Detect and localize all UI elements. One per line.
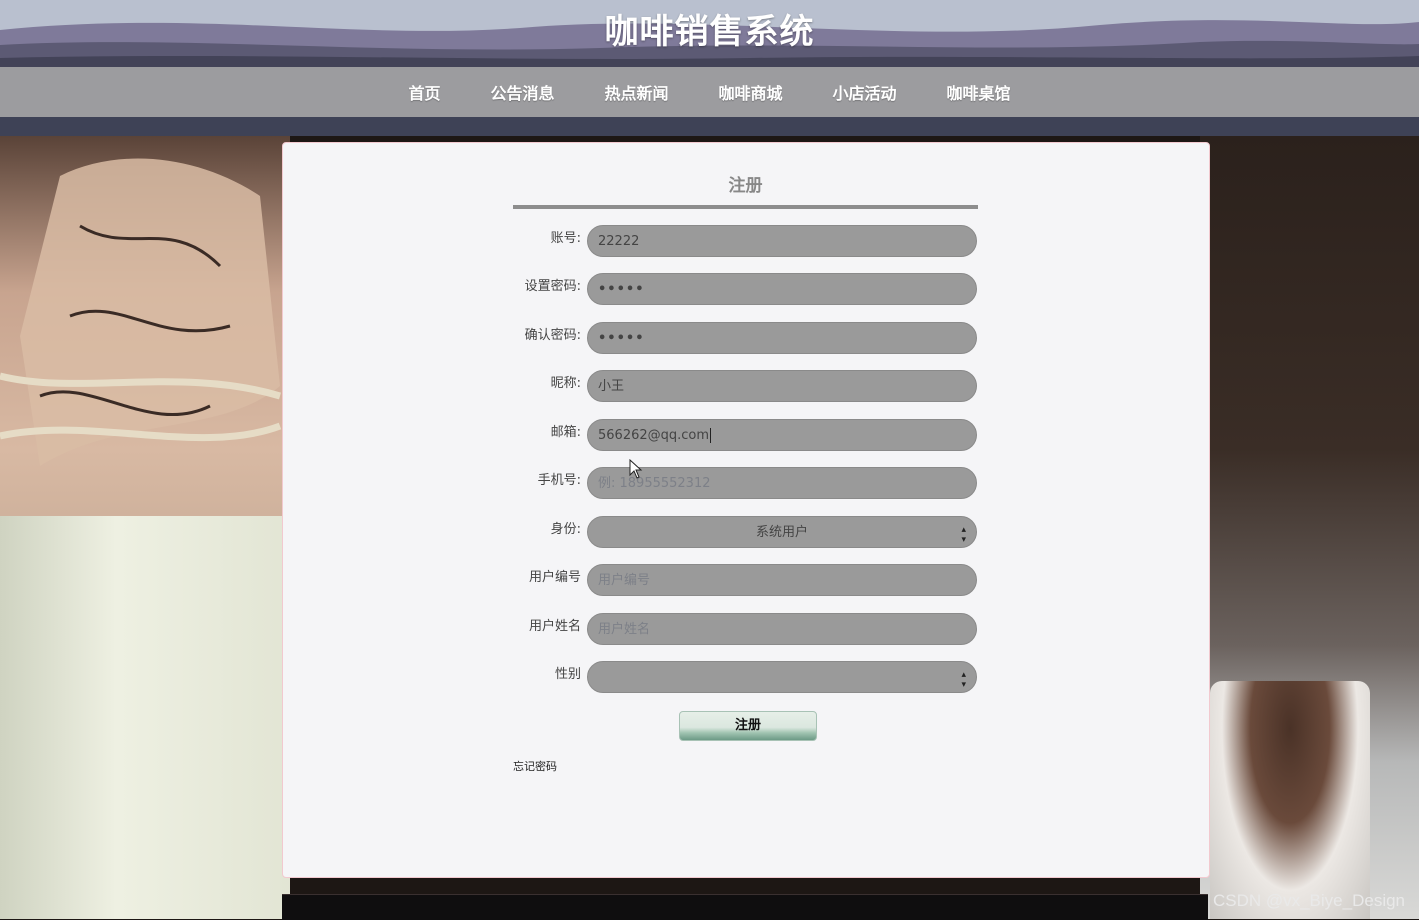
user-number-input[interactable]: 用户编号 xyxy=(587,564,977,596)
nickname-input[interactable]: 小王 xyxy=(587,370,977,402)
confirm-password-input[interactable]: ••••• xyxy=(587,322,977,354)
role-select[interactable]: 系统用户 ▴ ▾ xyxy=(587,516,977,548)
forgot-password-link[interactable]: 忘记密码 xyxy=(513,758,557,774)
footer-bar xyxy=(282,894,1208,920)
watermark-text: CSDN @vx_Biye_Design xyxy=(1212,891,1405,910)
form-row-confirm-password: 确认密码: ••••• xyxy=(483,322,979,358)
main-nav: 首页 公告消息 热点新闻 咖啡商城 小店活动 咖啡桌馆 xyxy=(0,67,1419,117)
form-row-password: 设置密码: ••••• xyxy=(483,273,979,309)
nav-item-store-events[interactable]: 小店活动 xyxy=(808,80,922,104)
nav-item-announcements[interactable]: 公告消息 xyxy=(465,80,579,104)
form-row-role: 身份: 系统用户 ▴ ▾ xyxy=(483,516,979,552)
form-row-phone: 手机号: 例: 18955552312 xyxy=(483,467,979,503)
gender-select[interactable]: ▴ ▾ xyxy=(587,661,977,693)
background-cup-image xyxy=(1200,136,1419,919)
form-row-email: 邮箱: 566262@qq.com xyxy=(483,419,979,455)
mouse-cursor-icon xyxy=(629,459,643,479)
password-label: 设置密码: xyxy=(524,279,581,294)
role-selected-value: 系统用户 xyxy=(755,525,808,540)
site-title: 咖啡销售系统 xyxy=(604,12,815,52)
phone-label: 手机号: xyxy=(537,473,581,488)
nav-item-hot-news[interactable]: 热点新闻 xyxy=(579,80,693,104)
register-submit-button[interactable]: 注册 xyxy=(679,711,817,741)
site-header: 咖啡销售系统 xyxy=(0,0,1419,67)
user-name-input[interactable]: 用户姓名 xyxy=(587,613,977,645)
background-jar-body xyxy=(0,516,290,919)
email-label: 邮箱: xyxy=(550,425,581,440)
nav-item-coffee-shop[interactable]: 咖啡商城 xyxy=(694,80,808,104)
role-label: 身份: xyxy=(550,522,581,537)
nav-item-home[interactable]: 首页 xyxy=(383,80,465,104)
form-title: 注册 xyxy=(728,176,763,196)
gender-label: 性别 xyxy=(554,667,581,682)
account-input[interactable]: 22222 xyxy=(587,225,977,257)
form-row-user-number: 用户编号 用户编号 xyxy=(483,564,979,600)
nickname-label: 昵称: xyxy=(550,376,581,391)
email-value: 566262@qq.com xyxy=(598,428,710,443)
nav-underline-bar xyxy=(0,117,1419,136)
password-input[interactable]: ••••• xyxy=(587,273,977,305)
select-arrows-icon: ▴ ▾ xyxy=(961,670,966,690)
form-row-account: 账号: 22222 xyxy=(483,225,979,261)
form-title-divider xyxy=(513,205,978,209)
text-caret xyxy=(710,428,712,443)
register-panel: 注册 账号: 22222 设置密码: ••••• 确认密码: ••••• 昵称:… xyxy=(282,142,1210,878)
background-cup xyxy=(1210,681,1370,919)
phone-input[interactable]: 例: 18955552312 xyxy=(587,467,977,499)
user-name-label: 用户姓名 xyxy=(528,619,581,634)
account-label: 账号: xyxy=(550,231,581,246)
form-row-gender: 性别 ▴ ▾ xyxy=(483,661,979,697)
form-row-user-name: 用户姓名 用户姓名 xyxy=(483,613,979,649)
nav-item-coffee-tables[interactable]: 咖啡桌馆 xyxy=(922,80,1036,104)
paper-wrap-graphic xyxy=(0,158,282,466)
background-jar-image xyxy=(0,136,290,919)
select-arrows-icon: ▴ ▾ xyxy=(961,525,966,545)
form-row-nickname: 昵称: 小王 xyxy=(483,370,979,406)
user-number-label: 用户编号 xyxy=(528,570,581,585)
email-input[interactable]: 566262@qq.com xyxy=(587,419,977,451)
confirm-password-label: 确认密码: xyxy=(524,328,581,343)
